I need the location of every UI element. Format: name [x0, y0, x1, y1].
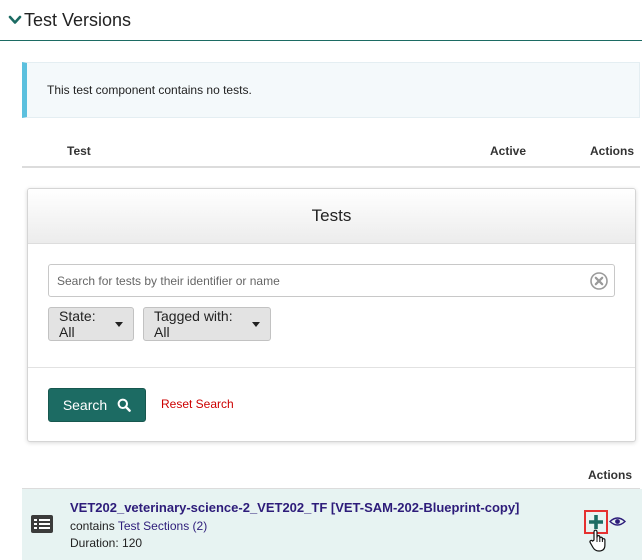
search-button[interactable]: Search — [48, 388, 146, 422]
panel-divider — [28, 367, 635, 368]
panel-title: Tests — [311, 206, 352, 225]
clear-search-icon[interactable] — [590, 272, 608, 290]
search-button-label: Search — [62, 397, 108, 413]
results-actions-header: Actions — [588, 468, 633, 482]
column-header-active: Active — [490, 144, 527, 158]
table-row: VET202_veterinary-science-2_VET202_TF [V… — [22, 489, 642, 560]
test-sections-info: contains Test Sections (2) — [70, 519, 207, 533]
table-header-divider — [22, 166, 640, 168]
caret-down-icon — [115, 321, 123, 327]
alert-message: This test component contains no tests. — [47, 83, 252, 97]
section-title: Test Versions — [24, 9, 132, 30]
state-filter-dropdown[interactable]: State: All — [48, 307, 134, 341]
tests-search-panel: Tests State: All Tagged with: All Search… — [27, 188, 636, 442]
test-search-input[interactable] — [48, 264, 615, 297]
column-header-actions: Actions — [590, 144, 635, 158]
info-alert: This test component contains no tests. — [22, 62, 640, 118]
tag-filter-dropdown[interactable]: Tagged with: All — [143, 307, 271, 341]
search-icon — [117, 398, 131, 412]
column-header-test: Test — [67, 144, 91, 158]
section-header-test-versions[interactable]: Test Versions — [0, 0, 642, 41]
test-sections-link[interactable]: Test Sections (2) — [118, 519, 207, 533]
hand-cursor-icon — [589, 529, 606, 552]
reset-search-link[interactable]: Reset Search — [161, 397, 234, 411]
panel-header: Tests — [28, 189, 635, 244]
chevron-down-icon — [8, 15, 22, 24]
test-list-icon — [31, 515, 53, 533]
caret-down-icon — [252, 321, 260, 327]
test-duration: Duration: 120 — [70, 536, 143, 550]
state-filter-label: State: All — [59, 308, 96, 340]
contains-label: contains — [70, 519, 115, 533]
tag-filter-label: Tagged with: All — [154, 308, 233, 340]
test-title-link[interactable]: VET202_veterinary-science-2_VET202_TF [V… — [70, 500, 519, 515]
eye-icon[interactable] — [609, 516, 626, 527]
